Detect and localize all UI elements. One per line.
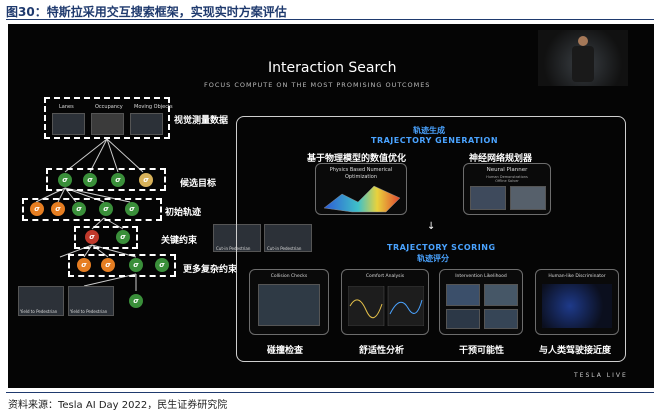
tesla-live-brand: TESLA LIVE — [574, 372, 628, 379]
initial-node: σ — [51, 202, 65, 216]
source-note: 资料来源：Tesla AI Day 2022，民生证券研究院 — [8, 400, 228, 411]
neural-thumb-1 — [470, 186, 506, 210]
initial-node: σ — [99, 202, 113, 216]
human-like-visual — [542, 284, 612, 328]
presenter-video — [538, 30, 628, 86]
score-card-cn: 与人类驾驶接近度 — [539, 346, 612, 356]
score-card-en: Collision Checks — [270, 274, 308, 279]
yield-thumb-2: Yield to Pedestrian — [68, 286, 114, 316]
score-card-cn: 舒适性分析 — [359, 346, 405, 356]
candidate-node: σ — [139, 173, 153, 187]
score-card-intervention: Intervention Likelihood — [439, 269, 523, 335]
level-label-complex: 更多复杂约束 — [183, 265, 238, 275]
comfort-charts — [348, 286, 424, 326]
intervention-thumb-3 — [446, 309, 480, 329]
generation-cn-title: 轨迹生成 — [413, 126, 445, 135]
physics-card: Physics Based Numerical Optimization — [315, 163, 407, 215]
complex-node: σ — [101, 258, 115, 272]
level-label-candidates: 候选目标 — [180, 179, 217, 189]
slide-title: Interaction Search — [268, 60, 397, 76]
generation-en-title: TRAJECTORY GENERATION — [371, 136, 499, 145]
score-card-en: Comfort Analysis — [365, 274, 405, 279]
candidate-node: σ — [58, 173, 72, 187]
slide-screenshot: Interaction Search FOCUS COMPUTE ON THE … — [8, 24, 654, 388]
intervention-thumb-2 — [484, 284, 518, 306]
optimization-surface — [323, 185, 401, 213]
initial-node: σ — [72, 202, 86, 216]
level-label-key-constraints: 关键约束 — [161, 236, 198, 246]
complex-node: σ — [77, 258, 91, 272]
flow-arrow: ↓ — [427, 221, 436, 232]
figure-title: 图30：特斯拉采用交互搜索框架，实现实时方案评估 — [6, 5, 287, 19]
intervention-thumb-4 — [484, 309, 518, 329]
score-card-cn: 碰撞检查 — [267, 346, 304, 356]
neural-thumb-2 — [510, 186, 546, 210]
neural-sub2: Offline Solver — [495, 179, 519, 183]
final-node: σ — [129, 294, 143, 308]
collision-thumb — [258, 284, 320, 326]
scoring-en-title: TRAJECTORY SCORING — [387, 243, 496, 252]
presenter-body — [572, 46, 594, 82]
key-node: σ — [116, 230, 130, 244]
scoring-cn-title: 轨迹评分 — [417, 254, 449, 263]
candidate-node: σ — [83, 173, 97, 187]
neural-en-label: Neural Planner — [486, 167, 528, 173]
presenter-head — [578, 36, 588, 46]
score-card-cn: 干预可能性 — [459, 346, 505, 356]
score-card-en: Intervention Likelihood — [455, 274, 507, 279]
right-panel: 轨迹生成 TRAJECTORY GENERATION 基于物理模型的数值优化 神… — [236, 116, 626, 362]
physics-en-label: Physics Based Numerical Optimization — [329, 167, 393, 180]
score-card-en: Human-like Discriminator — [548, 274, 606, 279]
level-label-initial: 初始轨迹 — [165, 208, 202, 218]
intervention-thumb-1 — [446, 284, 480, 306]
score-card-comfort: Comfort Analysis — [341, 269, 429, 335]
score-card-collision: Collision Checks — [249, 269, 329, 335]
score-card-human-like: Human-like Discriminator — [535, 269, 619, 335]
candidate-node: σ — [111, 173, 125, 187]
yield-thumb-2-caption: Yield to Pedestrian — [70, 309, 108, 314]
neural-card: Neural Planner Human Demonstrations Offl… — [463, 163, 551, 215]
source-rule — [6, 392, 654, 393]
yield-thumb-1-caption: Yield to Pedestrian — [20, 309, 58, 314]
complex-node: σ — [129, 258, 143, 272]
title-rule — [6, 19, 654, 20]
initial-node: σ — [30, 202, 44, 216]
initial-node: σ — [125, 202, 139, 216]
key-node: σ — [85, 230, 99, 244]
yield-thumb-1: Yield to Pedestrian — [18, 286, 64, 316]
complex-node: σ — [155, 258, 169, 272]
